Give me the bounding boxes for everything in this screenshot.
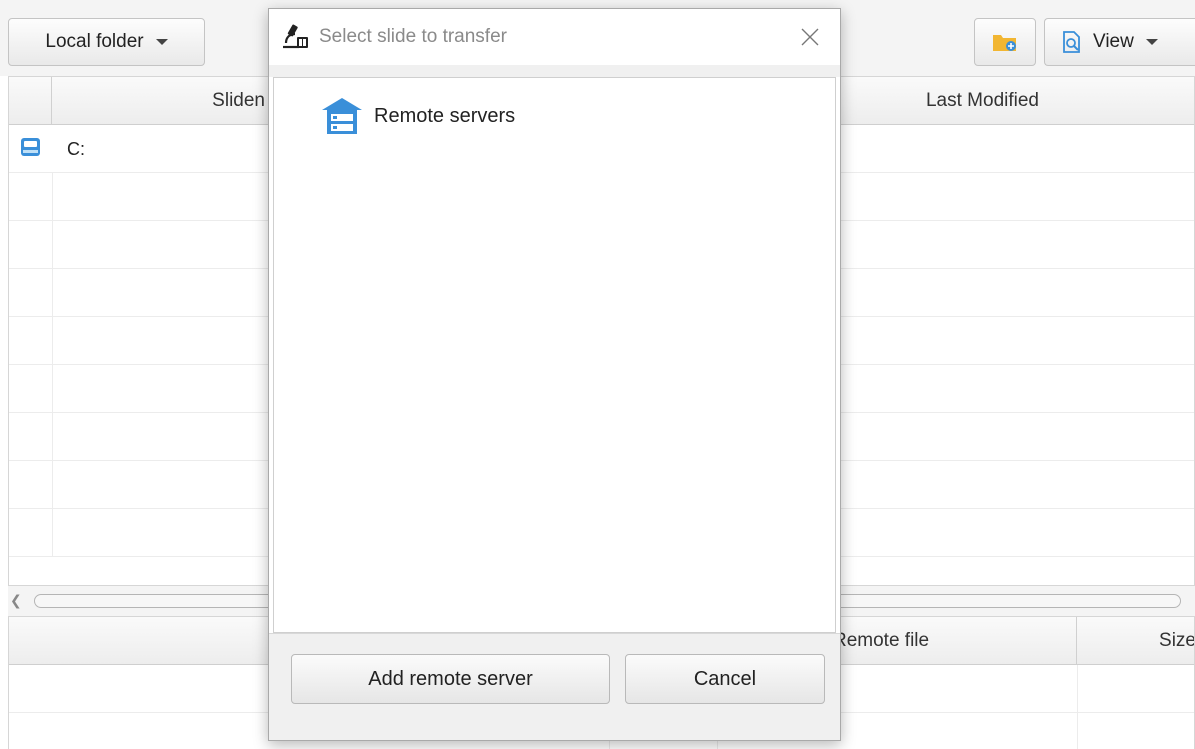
view-label: View (1093, 31, 1134, 52)
close-icon (801, 28, 819, 46)
cancel-button[interactable]: Cancel (625, 654, 825, 704)
column-header-remote-file-label: Remote file (833, 630, 930, 651)
local-folder-dropdown[interactable]: Local folder (8, 18, 205, 66)
column-header-size-label: Size (1159, 630, 1195, 651)
chevron-down-icon (1145, 39, 1158, 45)
new-folder-icon (993, 35, 1016, 51)
app-window: Local folder View Sliden Last Modified C… (0, 0, 1195, 749)
server-icon (322, 98, 362, 134)
tree-item-label: Remote servers (374, 104, 516, 127)
dialog-title: Select slide to transfer (319, 26, 507, 47)
preview-icon (1063, 31, 1080, 53)
tree-item-remote-servers[interactable]: Remote servers (320, 94, 515, 138)
cancel-label: Cancel (693, 667, 757, 690)
dialog-footer: Add remote server Cancel (269, 633, 840, 740)
column-header-icon (9, 77, 52, 125)
column-header-name[interactable]: Sliden (52, 77, 269, 125)
chevron-left-icon[interactable]: ❮ (10, 592, 22, 609)
column-header-name-label: Sliden (212, 90, 265, 111)
server-tree: Remote servers (273, 77, 836, 633)
select-slide-dialog: Select slide to transfer Remote servers (268, 8, 841, 741)
view-dropdown[interactable]: View (1044, 18, 1195, 66)
dialog-separator (269, 65, 840, 77)
add-remote-server-button[interactable]: Add remote server (291, 654, 610, 704)
local-folder-label: Local folder (45, 31, 144, 52)
drive-label: C: (67, 139, 85, 159)
chevron-down-icon (155, 39, 168, 45)
microscope-icon (283, 24, 308, 49)
column-header-last-modified-label: Last Modified (925, 90, 1039, 111)
new-folder-button[interactable] (974, 18, 1036, 66)
column-header-size[interactable]: Size (1077, 617, 1195, 665)
drive-icon (21, 138, 40, 156)
dialog-title-bar: Select slide to transfer (269, 9, 840, 65)
add-remote-server-label: Add remote server (368, 667, 533, 690)
close-button[interactable] (792, 19, 828, 55)
